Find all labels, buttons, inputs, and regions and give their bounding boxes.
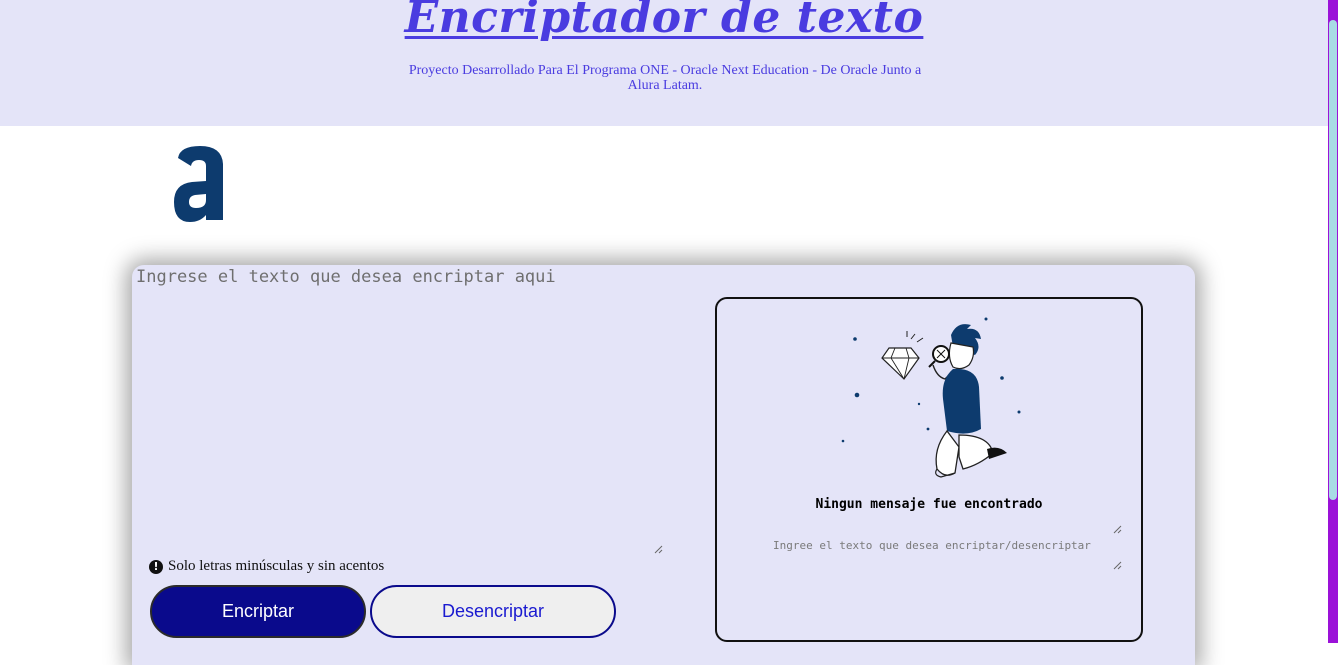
page-subtitle: Proyecto Desarrollado Para El Programa O…	[408, 63, 922, 93]
searching-person-illustration	[841, 317, 1021, 478]
page-title: Encriptador de texto	[404, 0, 924, 43]
page-scrollbar[interactable]	[1328, 0, 1338, 643]
alura-logo-icon	[174, 146, 223, 222]
encryptor-card: ! Solo letras minúsculas y sin acentos E…	[132, 265, 1195, 665]
text-input[interactable]	[134, 265, 664, 553]
resize-grip-icon[interactable]	[1113, 561, 1122, 570]
result-output[interactable]	[737, 531, 1127, 575]
encrypt-button[interactable]: Encriptar	[150, 585, 366, 638]
empty-result-message: Ningun mensaje fue encontrado	[815, 497, 1043, 512]
decrypt-button[interactable]: Desencriptar	[370, 585, 616, 638]
resize-grip-icon[interactable]	[654, 545, 663, 554]
result-panel: Ningun mensaje fue encontrado	[715, 297, 1143, 642]
hint-text: Solo letras minúsculas y sin acentos	[168, 558, 385, 574]
scrollbar-thumb[interactable]	[1329, 20, 1337, 500]
input-hint: ! Solo letras minúsculas y sin acentos	[149, 558, 384, 575]
exclamation-circle-icon: !	[149, 559, 163, 574]
header: Encriptador de texto Proyecto Desarrolla…	[0, 0, 1328, 126]
